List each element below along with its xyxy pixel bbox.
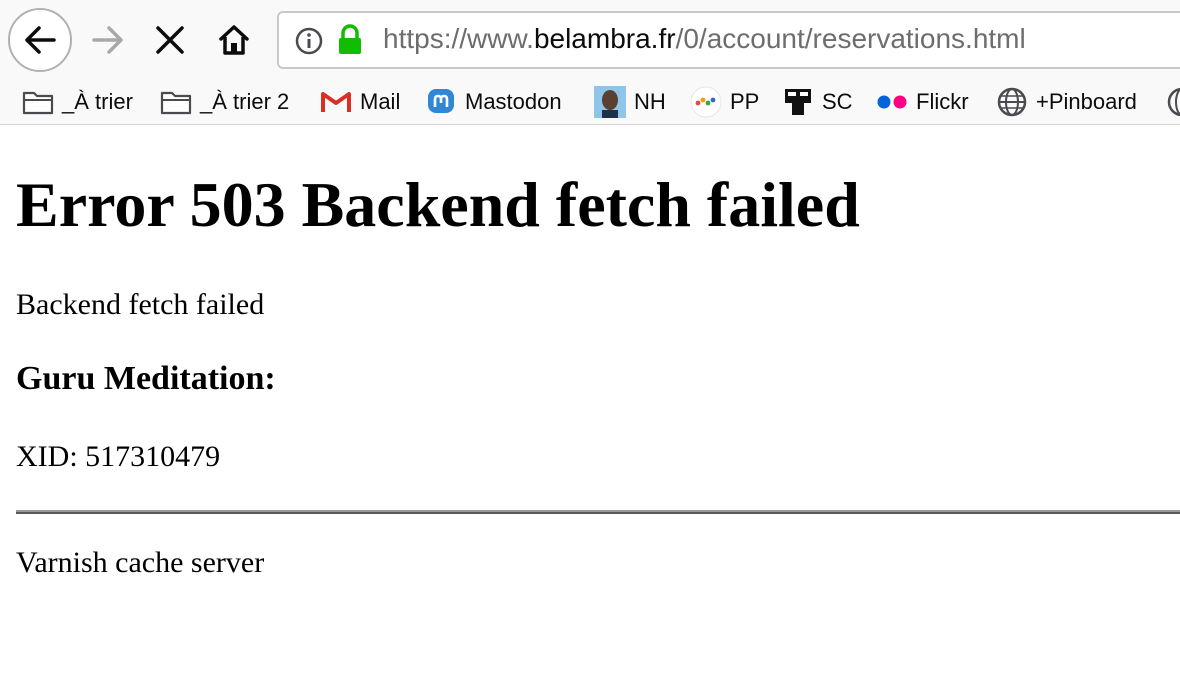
bookmark-label: _À trier 2 xyxy=(200,89,290,114)
bookmark-label: Flickr xyxy=(916,89,969,114)
back-arrow-icon xyxy=(25,26,56,54)
address-bar[interactable]: https://www.belambra.fr/0/account/reserv… xyxy=(277,11,1180,69)
bookmark-label: SC xyxy=(822,89,853,114)
bookmark-a-trier[interactable]: _À trier xyxy=(22,80,133,124)
divider xyxy=(16,510,1180,514)
url-domain: belambra.fr xyxy=(533,23,676,54)
globe-icon xyxy=(996,86,1028,118)
bookmark-label: Mastodon xyxy=(465,89,562,114)
info-icon[interactable] xyxy=(295,27,323,60)
guru-heading: Guru Meditation: xyxy=(16,360,276,397)
bookmarks-toolbar: _À trier _À trier 2 Mail Mastodon NH PP xyxy=(0,80,1180,125)
forward-button[interactable] xyxy=(76,8,140,72)
globe-icon xyxy=(1166,86,1180,118)
browser-toolbar: https://www.belambra.fr/0/account/reserv… xyxy=(0,0,1180,80)
mastodon-icon xyxy=(425,86,457,118)
bookmark-nh[interactable]: NH xyxy=(594,80,666,124)
error-message: Backend fetch failed xyxy=(16,288,265,321)
bookmark-label: _À trier xyxy=(62,89,133,114)
flickr-icon xyxy=(876,86,908,118)
url-path: /0/account/reservations.html xyxy=(675,23,1026,54)
forward-arrow-icon xyxy=(92,26,123,54)
stop-button[interactable] xyxy=(138,8,202,72)
close-icon xyxy=(156,26,184,54)
bookmark-overflow[interactable] xyxy=(1166,80,1180,124)
bookmark-pp[interactable]: PP xyxy=(690,80,759,124)
avatar-icon xyxy=(594,86,626,118)
back-button[interactable] xyxy=(8,8,72,72)
pp-icon xyxy=(690,86,722,118)
bookmark-label: NH xyxy=(634,89,666,114)
url-prefix: https://www. xyxy=(383,23,534,54)
url-text[interactable]: https://www.belambra.fr/0/account/reserv… xyxy=(383,23,1026,55)
bookmark-label: Mail xyxy=(360,89,401,114)
bookmark-a-trier-2[interactable]: _À trier 2 xyxy=(160,80,289,124)
bookmark-pinboard[interactable]: +Pinboard xyxy=(996,80,1137,124)
bookmark-label: PP xyxy=(730,89,760,114)
bookmark-label: +Pinboard xyxy=(1036,89,1137,114)
bookmark-sc[interactable]: SC xyxy=(782,80,853,124)
bookmark-flickr[interactable]: Flickr xyxy=(876,80,969,124)
server-footer: Varnish cache server xyxy=(16,546,265,579)
home-icon xyxy=(219,25,249,55)
bookmark-mail[interactable]: Mail xyxy=(320,80,400,124)
bookmark-mastodon[interactable]: Mastodon xyxy=(425,80,562,124)
page-title: Error 503 Backend fetch failed xyxy=(16,169,860,240)
gmail-icon xyxy=(320,86,352,118)
xid-text: XID: 517310479 xyxy=(16,440,221,473)
folder-icon xyxy=(22,86,54,118)
folder-icon xyxy=(160,86,192,118)
sc-icon xyxy=(782,86,814,118)
lock-icon[interactable] xyxy=(337,24,363,61)
home-button[interactable] xyxy=(202,8,266,72)
